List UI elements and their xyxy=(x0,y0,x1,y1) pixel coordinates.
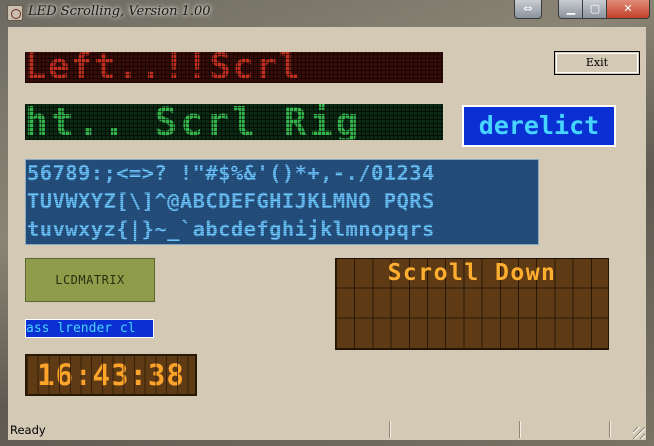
status-bar: Ready xyxy=(8,419,646,440)
status-text: Ready xyxy=(10,423,46,437)
title-bar[interactable]: LED Scrolling, Version 1.00 ⇔ ▁ ▢ ✕ xyxy=(0,0,654,27)
dialog-client-area: Left..!!Scrl Exit ht.. Scrl Rig derelict… xyxy=(8,27,646,419)
close-button[interactable]: ✕ xyxy=(606,0,650,19)
charset-line-1: 56789:;<=>? !"#$%&'()*+,-./01234 xyxy=(27,161,435,185)
charset-display: 56789:;<=>? !"#$%&'()*+,-./01234 TUVWXYZ… xyxy=(25,159,539,245)
maximize-icon: ▢ xyxy=(589,2,601,15)
status-pane xyxy=(389,421,520,438)
resize-grip-icon[interactable] xyxy=(633,427,645,439)
lcdmatrix-display: LCDMATRIX xyxy=(25,258,155,302)
led-display-right-scroll: ht.. Scrl Rig xyxy=(25,104,443,140)
maximize-button[interactable]: ▢ xyxy=(582,0,608,19)
classrender-display: ass lrender cl xyxy=(25,319,154,338)
clock-display: 16:43:38 xyxy=(25,354,197,396)
close-icon: ✕ xyxy=(623,2,633,15)
led-display-left-scroll: Left..!!Scrl xyxy=(25,52,443,83)
double-arrow-icon: ⇔ xyxy=(523,2,533,15)
window-title: LED Scrolling, Version 1.00 xyxy=(28,4,211,19)
exit-button[interactable]: Exit xyxy=(554,51,640,75)
minimize-icon: ▁ xyxy=(566,2,576,15)
scroll-down-display: Scroll Down xyxy=(335,258,609,350)
status-pane xyxy=(519,421,610,438)
derelict-display: derelict xyxy=(462,105,616,147)
app-icon[interactable] xyxy=(7,5,23,21)
charset-line-3: tuvwxyz{|}~_`abcdefghijklmnopqrs xyxy=(27,217,435,241)
charset-line-2: TUVWXYZ[\]^@ABCDEFGHIJKLMNO PQRS xyxy=(27,189,435,213)
restore-button[interactable]: ⇔ xyxy=(514,0,542,19)
scroll-down-text: Scroll Down xyxy=(387,260,557,286)
minimize-button[interactable]: ▁ xyxy=(558,0,584,19)
